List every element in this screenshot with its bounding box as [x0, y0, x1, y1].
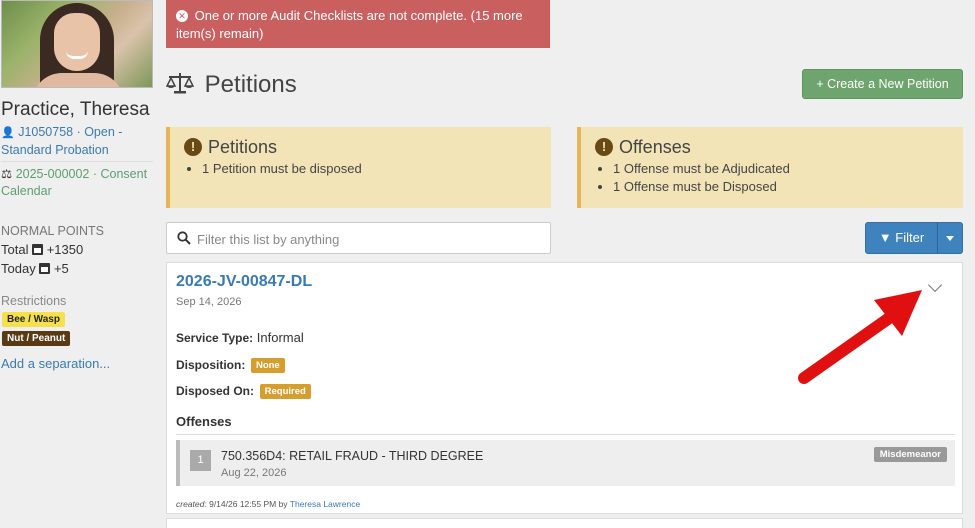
- add-separation-link[interactable]: Add a separation...: [1, 356, 110, 371]
- case-link[interactable]: 👤 J1050758 · Open - Standard Probation: [1, 124, 151, 159]
- exclamation-icon: !: [595, 138, 613, 156]
- status-badge: Required: [259, 384, 311, 399]
- search-input[interactable]: [197, 229, 537, 249]
- divider: [1, 161, 153, 162]
- calendar-check-icon: [39, 263, 51, 274]
- created-info: created: 9/14/26 12:55 PM by Theresa Law…: [176, 499, 361, 509]
- create-petition-button[interactable]: + Create a New Petition: [802, 69, 963, 99]
- divider: [176, 434, 955, 435]
- points-today: Today +5: [1, 261, 69, 276]
- warning-item: 1 Offense must be Adjudicated: [613, 160, 949, 178]
- disposed-on-field: Disposed On: Required: [176, 383, 311, 400]
- filter-dropdown-toggle[interactable]: [937, 222, 963, 254]
- petitions-warning: !Petitions 1 Petition must be disposed: [166, 127, 551, 208]
- page-title-text: Petitions: [204, 71, 297, 98]
- funnel-icon: ▼: [878, 230, 892, 245]
- profile-name: Practice, Theresa: [1, 99, 150, 120]
- offense-row[interactable]: 1 750.356D4: RETAIL FRAUD - THIRD DEGREE…: [176, 440, 955, 486]
- points-total: Total +1350: [1, 242, 84, 257]
- disposition-field: Disposition: None: [176, 357, 285, 374]
- exclamation-icon: !: [184, 138, 202, 156]
- petition-date: Sep 14, 2026: [176, 296, 242, 308]
- restriction-tag: Bee / Wasp: [2, 312, 65, 327]
- profile-photo: [1, 0, 153, 88]
- points-label: NORMAL POINTS: [1, 224, 105, 238]
- scale-icon: ⚖: [1, 167, 13, 181]
- offenses-warning: !Offenses 1 Offense must be Adjudicated …: [577, 127, 963, 208]
- red-arrow-annotation: [798, 290, 922, 384]
- created-by-link[interactable]: Theresa Lawrence: [290, 499, 360, 509]
- warning-item: 1 Offense must be Disposed: [613, 178, 949, 196]
- service-type-field: Service Type: Informal: [176, 330, 304, 345]
- offense-date: Aug 22, 2026: [221, 467, 287, 479]
- offense-class-badge: Misdemeanor: [873, 447, 947, 462]
- close-circle-icon: ✕: [176, 10, 188, 22]
- consent-calendar-link[interactable]: ⚖ 2025-000002 · Consent Calendar: [1, 166, 151, 200]
- restrictions-label: Restrictions: [1, 294, 67, 308]
- filter-search-box: [166, 222, 551, 254]
- page-title: Petitions: [165, 68, 297, 99]
- petition-case-number[interactable]: 2026-JV-00847-DL: [176, 273, 312, 291]
- status-badge: None: [250, 358, 285, 373]
- alert-text: One or more Audit Checklists are not com…: [176, 8, 523, 41]
- offense-number: 1: [190, 450, 211, 471]
- filter-button[interactable]: ▼ Filter: [865, 222, 938, 254]
- restriction-tag: Nut / Peanut: [2, 331, 71, 346]
- search-icon: [177, 231, 191, 245]
- profile-sidebar: Practice, Theresa 👤 J1050758 · Open - St…: [0, 0, 155, 528]
- petition-card: [166, 518, 963, 528]
- user-icon: 👤: [1, 127, 15, 139]
- case-link-text[interactable]: J1050758 · Open - Standard Probation: [1, 125, 122, 157]
- calendar-check-icon: [32, 244, 44, 255]
- warning-item: 1 Petition must be disposed: [202, 160, 537, 178]
- consent-link-text[interactable]: 2025-000002 · Consent Calendar: [1, 167, 147, 198]
- offenses-heading: Offenses: [176, 414, 232, 429]
- scale-icon: [165, 73, 195, 94]
- audit-alert: ✕ One or more Audit Checklists are not c…: [166, 0, 550, 48]
- offense-title: 750.356D4: RETAIL FRAUD - THIRD DEGREE: [221, 449, 484, 463]
